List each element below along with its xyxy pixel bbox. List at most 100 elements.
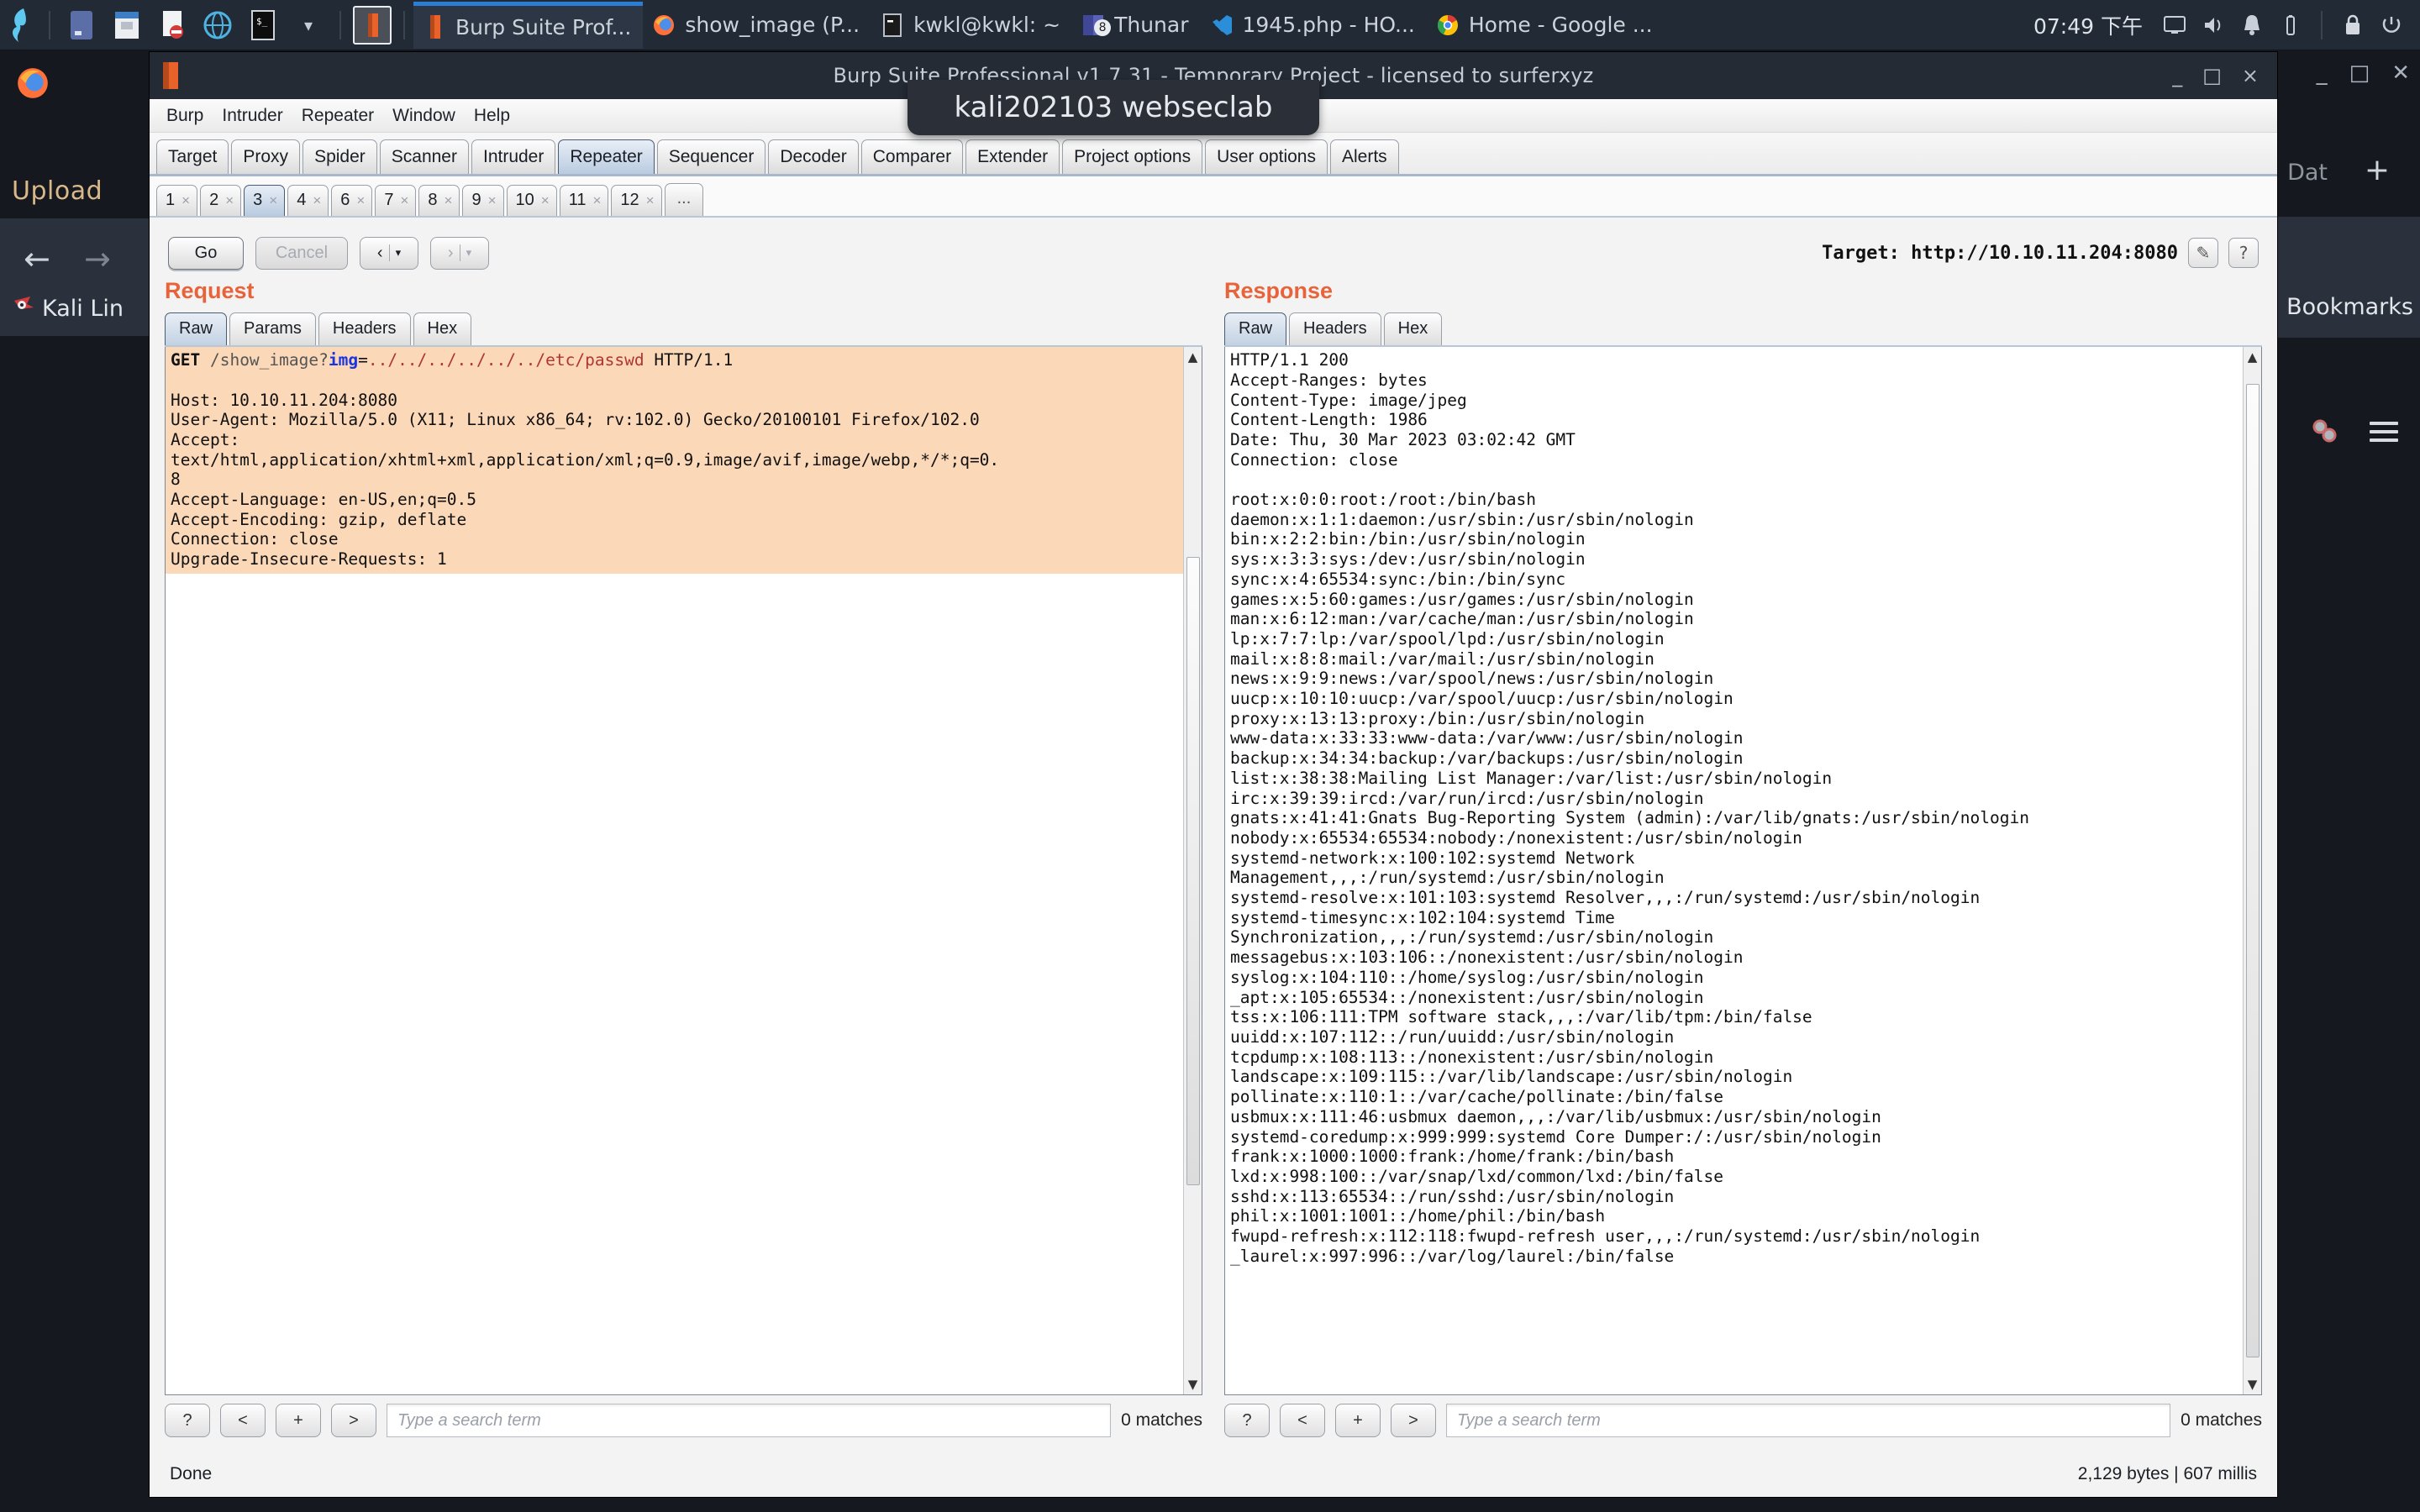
close-icon[interactable]: × [592, 192, 601, 209]
request-search-input[interactable]: Type a search term [387, 1404, 1112, 1438]
response-editor[interactable]: HTTP/1.1 200 Accept-Ranges: bytes Conten… [1224, 347, 2262, 1396]
repeater-tab-10[interactable]: 10 × [506, 185, 557, 217]
question-mark-icon[interactable]: ? [2228, 238, 2259, 269]
pocket-icon[interactable] [2309, 417, 2343, 445]
main-tab-spider[interactable]: Spider [302, 139, 377, 175]
scroll-up-icon[interactable]: ▲ [1188, 347, 1198, 367]
repeater-tab-1[interactable]: 1 × [156, 185, 198, 217]
battery-icon[interactable] [2274, 8, 2307, 42]
close-icon[interactable]: × [356, 192, 365, 209]
browser-window-controls[interactable]: _ □ ✕ [2317, 60, 2410, 86]
request-scrollbar[interactable]: ▲ ▼ [1183, 347, 1202, 1395]
close-icon[interactable]: × [225, 192, 234, 209]
taskbar-window-home-google[interactable]: Home - Google ... [1427, 2, 1665, 49]
forward-dropdown-icon[interactable]: ▾ [466, 246, 472, 260]
request-tab-headers[interactable]: Headers [318, 312, 411, 346]
response-raw-text[interactable]: HTTP/1.1 200 Accept-Ranges: bytes Conten… [1225, 347, 2243, 1269]
display-icon[interactable] [2158, 8, 2191, 42]
back-dropdown-icon[interactable]: ▾ [396, 246, 402, 260]
response-tab-raw[interactable]: Raw [1224, 312, 1287, 346]
back-button[interactable]: ‹ ▾ [360, 236, 418, 270]
repeater-tab-7[interactable]: 7 × [375, 185, 417, 217]
notification-bell-icon[interactable] [2235, 8, 2269, 42]
upload-link[interactable]: Upload [12, 176, 103, 206]
request-tab-raw[interactable]: Raw [165, 312, 228, 346]
browser-globe-icon[interactable] [198, 6, 237, 45]
close-icon[interactable]: × [488, 192, 497, 209]
plus-icon[interactable]: + [2365, 153, 2390, 187]
files-icon[interactable] [62, 6, 101, 45]
scrollbar-thumb[interactable] [2245, 383, 2260, 1358]
repeater-tab-9[interactable]: 9 × [462, 185, 504, 217]
taskbar-window-1945-php-ho[interactable]: 1945.php - HO... [1201, 2, 1427, 49]
kali-bookmark[interactable]: Kali Lin [12, 294, 124, 323]
folder-icon[interactable] [108, 6, 146, 45]
main-tab-scanner[interactable]: Scanner [379, 139, 469, 175]
forward-button[interactable]: › ▾ [430, 236, 489, 270]
bookmarks-label[interactable]: Bookmarks [2286, 294, 2413, 320]
main-tab-proxy[interactable]: Proxy [231, 139, 301, 175]
minimize-icon[interactable]: _ [2317, 60, 2328, 86]
close-icon[interactable]: × [646, 192, 655, 209]
menu-intruder[interactable]: Intruder [213, 102, 291, 129]
find-help-button[interactable]: ? [165, 1404, 210, 1438]
find-next-button[interactable]: > [1391, 1404, 1436, 1438]
scroll-up-icon[interactable]: ▲ [2248, 347, 2258, 367]
forward-arrow-icon[interactable]: → [84, 240, 111, 277]
request-tab-params[interactable]: Params [229, 312, 316, 346]
taskbar-window-burp-suite-prof[interactable]: Burp Suite Prof... [413, 1, 644, 49]
repeater-tab-12[interactable]: 12 × [611, 185, 662, 217]
maximize-icon[interactable]: □ [2349, 60, 2370, 86]
terminal-icon[interactable]: $_ [244, 6, 282, 45]
repeater-tab-11[interactable]: 11 × [559, 185, 609, 217]
find-prev-button[interactable]: < [1280, 1404, 1325, 1438]
request-tab-hex[interactable]: Hex [413, 312, 472, 346]
response-search-input[interactable]: Type a search term [1446, 1404, 2171, 1438]
main-tab-decoder[interactable]: Decoder [768, 139, 859, 175]
menu-repeater[interactable]: Repeater [293, 102, 382, 129]
main-tab-target[interactable]: Target [156, 139, 229, 175]
text-editor-icon[interactable] [153, 6, 192, 45]
kali-dragon-icon[interactable] [7, 7, 40, 44]
close-icon[interactable]: ✕ [2391, 60, 2410, 86]
menu-help[interactable]: Help [466, 102, 518, 129]
scrollbar-thumb[interactable] [1186, 556, 1200, 1185]
close-icon[interactable]: × [541, 192, 550, 209]
repeater-tab-6[interactable]: 6 × [331, 185, 373, 217]
browser-tab-label[interactable]: Dat [2287, 160, 2328, 186]
main-tab-intruder[interactable]: Intruder [471, 139, 556, 175]
close-icon[interactable]: × [182, 192, 190, 209]
go-button[interactable]: Go [168, 236, 244, 270]
taskbar-window-kwkl-kwkl[interactable]: kwkl@kwkl: ~ [871, 2, 1072, 49]
pencil-icon[interactable]: ✎ [2188, 238, 2218, 269]
repeater-tab-2[interactable]: 2 × [200, 185, 242, 217]
request-raw-text[interactable]: GET /show_image?img=../../../../../../et… [166, 347, 1183, 575]
chevron-down-icon[interactable]: ▾ [289, 6, 328, 45]
menu-window[interactable]: Window [384, 102, 464, 129]
repeater-tab-3[interactable]: 3 × [244, 185, 286, 217]
main-tab-extender[interactable]: Extender [965, 139, 1060, 175]
main-tab-repeater[interactable]: Repeater [558, 139, 655, 175]
volume-icon[interactable] [2196, 8, 2230, 42]
find-help-button[interactable]: ? [1224, 1404, 1270, 1438]
scroll-down-icon[interactable]: ▼ [1188, 1374, 1198, 1394]
cancel-button[interactable]: Cancel [255, 236, 348, 270]
main-tab-user-options[interactable]: User options [1205, 139, 1328, 175]
taskbar-window-show-image-p[interactable]: show_image (P... [643, 2, 871, 49]
request-editor[interactable]: GET /show_image?img=../../../../../../et… [165, 347, 1202, 1396]
clock[interactable]: 07:49 下午 [2023, 10, 2153, 40]
hamburger-menu-icon[interactable] [2370, 417, 2398, 447]
repeater-tab-8[interactable]: 8 × [418, 185, 460, 217]
find-prev-button[interactable]: < [220, 1404, 266, 1438]
power-icon[interactable] [2375, 8, 2408, 42]
lock-icon[interactable] [2336, 8, 2370, 42]
repeater-tab-overflow[interactable]: ... [664, 183, 704, 217]
menu-burp[interactable]: Burp [158, 102, 212, 129]
find-add-button[interactable]: + [1335, 1404, 1381, 1438]
burp-suite-icon[interactable] [353, 5, 392, 45]
scroll-down-icon[interactable]: ▼ [2248, 1374, 2258, 1394]
response-tab-hex[interactable]: Hex [1383, 312, 1443, 346]
main-tab-project-options[interactable]: Project options [1062, 139, 1203, 175]
taskbar-window-thunar[interactable]: 8 Thunar [1072, 2, 1200, 49]
main-tab-sequencer[interactable]: Sequencer [656, 139, 766, 175]
